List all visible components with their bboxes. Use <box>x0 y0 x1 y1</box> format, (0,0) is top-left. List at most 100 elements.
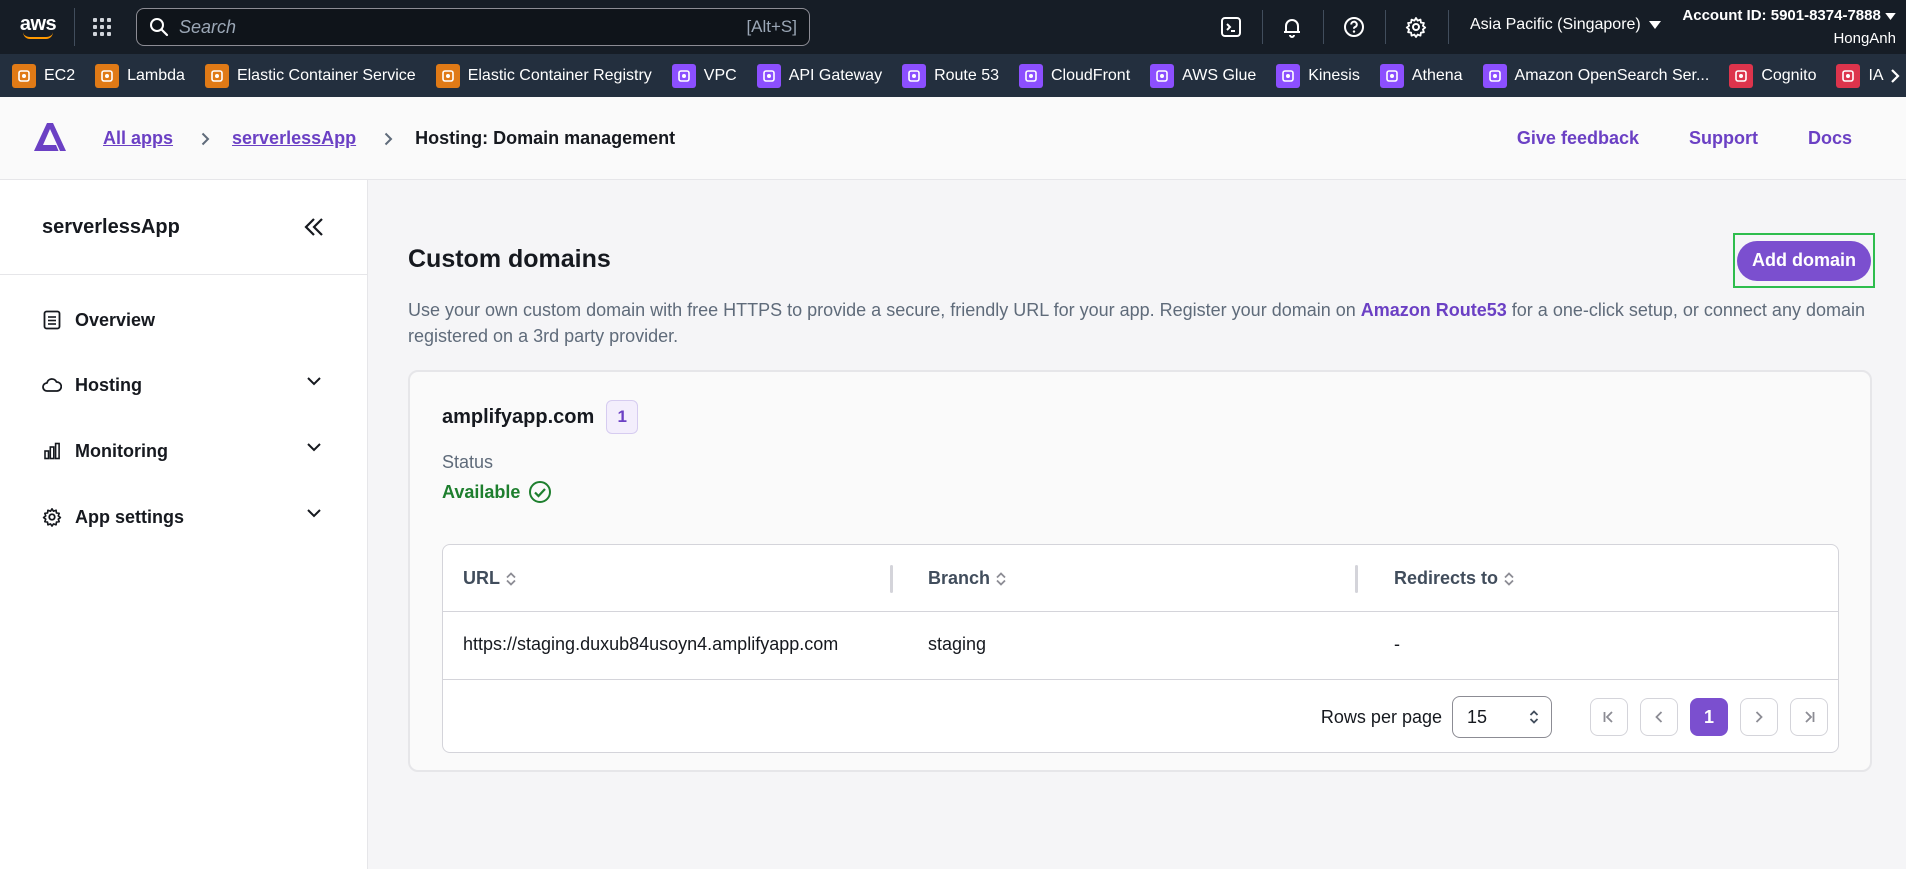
divider <box>1448 10 1449 44</box>
page-1-button[interactable]: 1 <box>1690 698 1728 736</box>
region-selector[interactable]: Asia Pacific (Singapore) <box>1470 16 1661 34</box>
favorite-ecs[interactable]: Elastic Container Service <box>204 63 416 88</box>
column-resizer[interactable] <box>1355 565 1358 593</box>
aws-logo[interactable]: aws <box>10 0 66 54</box>
sidebar-item-overview[interactable]: Overview <box>42 305 322 335</box>
domain-card: amplifyapp.com 1 Status Available URL Br… <box>408 370 1872 772</box>
gear-icon <box>42 507 62 527</box>
services-menu-button[interactable] <box>75 0 129 54</box>
favorite-label: API Gateway <box>788 66 883 84</box>
amplify-logo-icon[interactable] <box>32 119 68 158</box>
favorite-ec2[interactable]: EC2 <box>12 63 75 88</box>
header-links: Give feedback Support Docs <box>1517 128 1852 149</box>
column-resizer[interactable] <box>890 565 893 593</box>
last-page-button[interactable] <box>1790 698 1828 736</box>
favorite-glue[interactable]: AWS Glue <box>1150 63 1257 88</box>
column-header-branch[interactable]: Branch <box>928 568 1006 589</box>
grid-icon <box>93 18 111 36</box>
settings-button[interactable] <box>1396 8 1436 46</box>
favorite-athena[interactable]: Athena <box>1379 63 1463 88</box>
gear-icon <box>1405 17 1427 38</box>
column-header-redirects[interactable]: Redirects to <box>1394 568 1514 589</box>
chevron-left-icon <box>1655 711 1663 723</box>
sort-icon <box>1504 571 1514 586</box>
check-circle-icon <box>529 481 552 503</box>
route53-link[interactable]: Amazon Route53 <box>1361 300 1507 320</box>
rows-per-page-select[interactable]: 15 <box>1452 696 1552 738</box>
chevron-down-icon <box>307 377 321 386</box>
sidebar-item-label: App settings <box>75 506 185 527</box>
search-box[interactable]: [Alt+S] <box>136 8 810 46</box>
cloudfront-icon <box>1019 63 1043 88</box>
lambda-icon <box>95 63 120 88</box>
route53-icon <box>902 63 927 88</box>
favorite-label: AWS Glue <box>1182 66 1257 84</box>
column-header-url[interactable]: URL <box>463 568 516 589</box>
account-menu[interactable]: Account ID: 5901-8374-7888 HongAnh <box>1682 4 1896 50</box>
breadcrumb-serverless-app[interactable]: serverlessApp <box>232 128 356 149</box>
favorite-kinesis[interactable]: Kinesis <box>1276 63 1360 88</box>
first-page-button[interactable] <box>1590 698 1628 736</box>
region-label: Asia Pacific (Singapore) <box>1470 16 1641 33</box>
ec2-icon <box>12 63 36 88</box>
sidebar-item-hosting[interactable]: Hosting <box>42 370 322 400</box>
updown-icon <box>1529 710 1539 724</box>
previous-page-button[interactable] <box>1640 698 1678 736</box>
divider <box>1262 10 1263 44</box>
column-header-label: URL <box>463 568 500 588</box>
bell-icon <box>1284 19 1300 38</box>
domains-table: URL Branch Redirects to https://staging.… <box>442 544 1839 753</box>
favorite-api-gateway[interactable]: API Gateway <box>756 63 883 88</box>
add-domain-button[interactable]: Add domain <box>1737 240 1871 281</box>
chevron-right-icon <box>201 132 210 145</box>
favorite-label: VPC <box>703 66 737 84</box>
help-button[interactable] <box>1334 8 1374 46</box>
favorite-label: Cognito <box>1761 66 1817 84</box>
divider <box>0 274 367 275</box>
favorite-cloudfront[interactable]: CloudFront <box>1019 63 1131 88</box>
search-input[interactable] <box>179 16 747 38</box>
cognito-icon <box>1729 63 1754 88</box>
sort-icon <box>996 571 1006 586</box>
favorite-lambda[interactable]: Lambda <box>95 63 185 88</box>
favorite-label: CloudFront <box>1051 66 1131 84</box>
sidebar-item-label: Monitoring <box>75 440 168 461</box>
chevron-right-icon <box>1891 68 1900 83</box>
favorite-vpc[interactable]: VPC <box>671 63 737 88</box>
account-id: Account ID: 5901-8374-7888 <box>1682 7 1881 24</box>
sidebar-app-name: serverlessApp <box>42 216 180 238</box>
divider <box>1385 10 1386 44</box>
docs-link[interactable]: Docs <box>1808 128 1852 149</box>
cloudshell-button[interactable] <box>1211 8 1251 46</box>
give-feedback-link[interactable]: Give feedback <box>1517 128 1639 149</box>
description-text: Use your own custom domain with free HTT… <box>408 300 1361 320</box>
caret-down-icon <box>1648 21 1661 29</box>
cell-url[interactable]: https://staging.duxub84usoyn4.amplifyapp… <box>463 634 838 655</box>
subdomain-count-badge: 1 <box>606 400 639 434</box>
last-page-icon <box>1805 711 1815 723</box>
cloudshell-icon <box>1221 17 1241 37</box>
help-icon <box>1344 17 1364 37</box>
favorite-label: Route 53 <box>934 66 999 84</box>
sidebar-item-app-settings[interactable]: App settings <box>42 502 322 532</box>
breadcrumb-current: Hosting: Domain management <box>415 128 676 148</box>
favorite-opensearch[interactable]: Amazon OpenSearch Ser... <box>1482 63 1709 88</box>
notifications-button[interactable] <box>1272 8 1312 46</box>
document-icon <box>42 310 62 330</box>
sidebar-item-label: Hosting <box>75 374 142 395</box>
first-page-icon <box>1603 711 1613 723</box>
favorite-label: Elastic Container Service <box>236 66 416 84</box>
sidebar-item-monitoring[interactable]: Monitoring <box>42 436 322 466</box>
favorite-ecr[interactable]: Elastic Container Registry <box>435 63 652 88</box>
next-page-button[interactable] <box>1740 698 1778 736</box>
favorite-label: Athena <box>1411 66 1463 84</box>
vpc-icon <box>671 63 696 88</box>
column-header-label: Redirects to <box>1394 568 1499 588</box>
favorite-cognito[interactable]: Cognito <box>1729 63 1817 88</box>
favorite-route53[interactable]: Route 53 <box>902 63 999 88</box>
breadcrumb-all-apps[interactable]: All apps <box>103 128 173 149</box>
page-description: Use your own custom domain with free HTT… <box>408 297 1878 349</box>
collapse-sidebar-button[interactable] <box>303 216 325 243</box>
support-link[interactable]: Support <box>1689 128 1758 149</box>
favorites-scroll-right-button[interactable] <box>1884 54 1906 97</box>
